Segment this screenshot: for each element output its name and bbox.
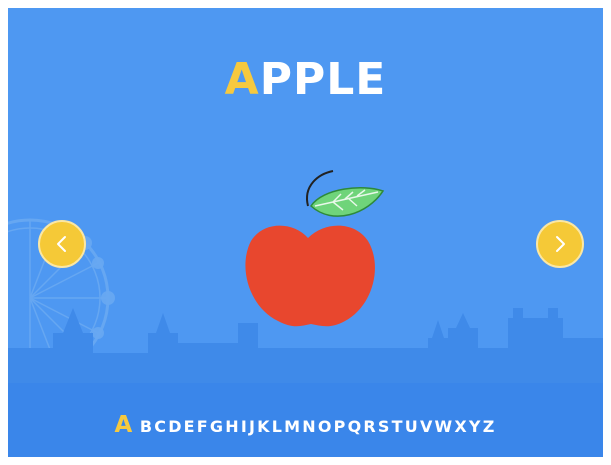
alphabet-bar: A BCDEFGHIJKLMNOPQRSTUVWXYZ	[8, 412, 603, 438]
flashcard-frame: APPLE A BCDEFGHIJKLMNOPQRSTUVWXYZ	[8, 8, 603, 457]
chevron-left-icon	[57, 236, 66, 252]
word-first-letter: A	[224, 54, 260, 105]
word-title: APPLE	[8, 58, 603, 102]
chevron-right-icon	[556, 236, 565, 252]
alphabet-letters[interactable]: BCDEFGHIJKLMNOPQRSTUVWXYZ	[140, 417, 497, 436]
next-button[interactable]	[536, 220, 584, 268]
word-rest: PPLE	[259, 54, 387, 105]
previous-button[interactable]	[38, 220, 86, 268]
alphabet-active-letter[interactable]: A	[114, 412, 133, 438]
apple-icon	[245, 170, 385, 327]
